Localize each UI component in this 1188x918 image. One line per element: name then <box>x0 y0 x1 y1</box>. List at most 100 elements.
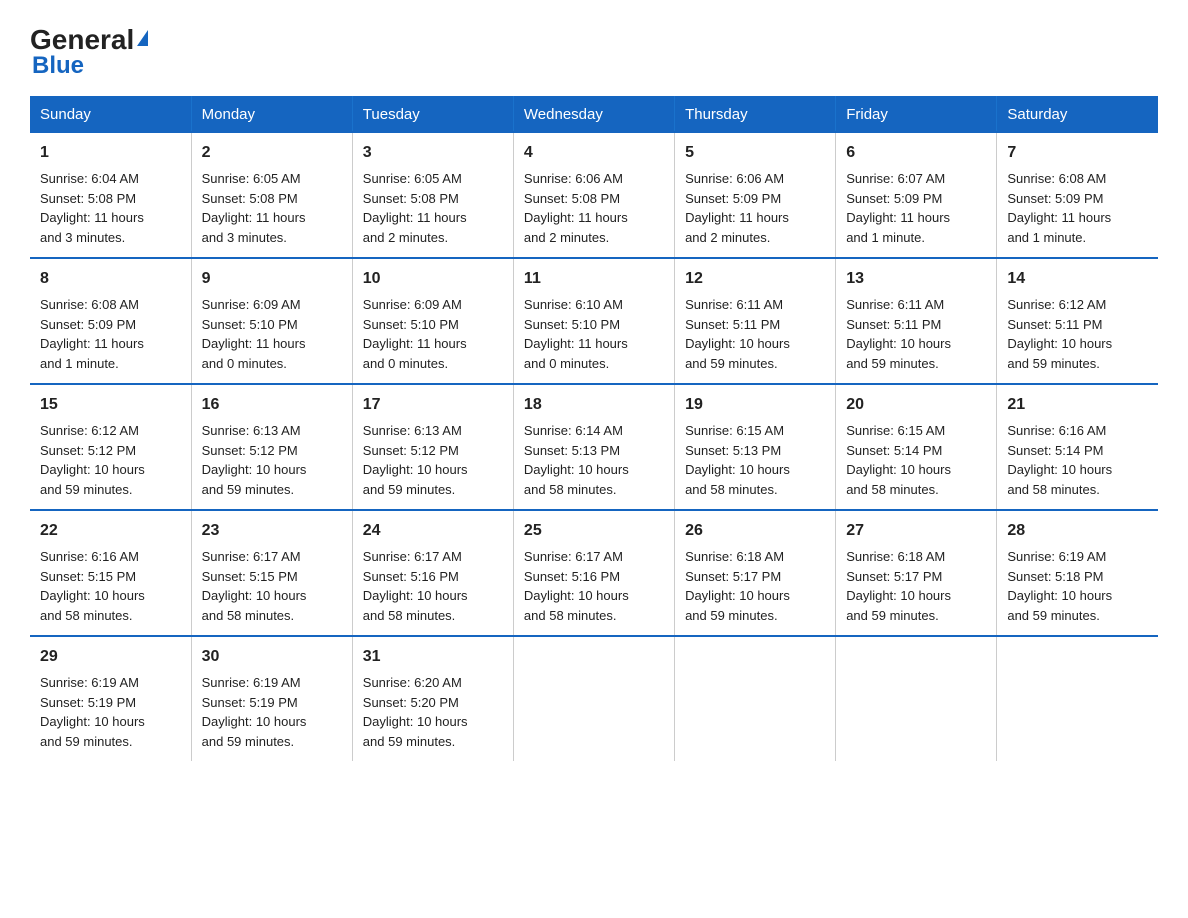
day-info: Sunrise: 6:08 AM Sunset: 5:09 PM Dayligh… <box>1007 169 1148 247</box>
day-info: Sunrise: 6:05 AM Sunset: 5:08 PM Dayligh… <box>202 169 342 247</box>
day-number: 3 <box>363 141 503 165</box>
week-row-1: 1 Sunrise: 6:04 AM Sunset: 5:08 PM Daylig… <box>30 132 1158 258</box>
day-info: Sunrise: 6:06 AM Sunset: 5:08 PM Dayligh… <box>524 169 664 247</box>
day-info: Sunrise: 6:10 AM Sunset: 5:10 PM Dayligh… <box>524 295 664 373</box>
week-row-3: 15 Sunrise: 6:12 AM Sunset: 5:12 PM Dayli… <box>30 384 1158 510</box>
day-cell: 5 Sunrise: 6:06 AM Sunset: 5:09 PM Daylig… <box>675 132 836 258</box>
day-info: Sunrise: 6:04 AM Sunset: 5:08 PM Dayligh… <box>40 169 181 247</box>
day-number: 27 <box>846 519 986 543</box>
day-number: 4 <box>524 141 664 165</box>
day-info: Sunrise: 6:20 AM Sunset: 5:20 PM Dayligh… <box>363 673 503 751</box>
day-info: Sunrise: 6:11 AM Sunset: 5:11 PM Dayligh… <box>685 295 825 373</box>
header-tuesday: Tuesday <box>352 96 513 132</box>
day-number: 22 <box>40 519 181 543</box>
day-number: 12 <box>685 267 825 291</box>
day-info: Sunrise: 6:06 AM Sunset: 5:09 PM Dayligh… <box>685 169 825 247</box>
calendar-table: SundayMondayTuesdayWednesdayThursdayFrid… <box>30 96 1158 761</box>
day-number: 15 <box>40 393 181 417</box>
day-number: 1 <box>40 141 181 165</box>
day-number: 5 <box>685 141 825 165</box>
day-cell <box>836 636 997 761</box>
day-cell: 31 Sunrise: 6:20 AM Sunset: 5:20 PM Dayli… <box>352 636 513 761</box>
header-wednesday: Wednesday <box>513 96 674 132</box>
day-cell <box>997 636 1158 761</box>
day-info: Sunrise: 6:08 AM Sunset: 5:09 PM Dayligh… <box>40 295 181 373</box>
day-number: 28 <box>1007 519 1148 543</box>
day-cell: 8 Sunrise: 6:08 AM Sunset: 5:09 PM Daylig… <box>30 258 191 384</box>
day-info: Sunrise: 6:19 AM Sunset: 5:18 PM Dayligh… <box>1007 547 1148 625</box>
day-number: 9 <box>202 267 342 291</box>
page-header: General Blue <box>30 24 1158 80</box>
day-cell: 9 Sunrise: 6:09 AM Sunset: 5:10 PM Daylig… <box>191 258 352 384</box>
day-cell: 1 Sunrise: 6:04 AM Sunset: 5:08 PM Daylig… <box>30 132 191 258</box>
day-info: Sunrise: 6:18 AM Sunset: 5:17 PM Dayligh… <box>846 547 986 625</box>
day-number: 8 <box>40 267 181 291</box>
day-cell: 30 Sunrise: 6:19 AM Sunset: 5:19 PM Dayli… <box>191 636 352 761</box>
day-cell: 12 Sunrise: 6:11 AM Sunset: 5:11 PM Dayli… <box>675 258 836 384</box>
day-number: 25 <box>524 519 664 543</box>
day-cell: 16Sunrise: 6:13 AM Sunset: 5:12 PM Dayli… <box>191 384 352 510</box>
day-cell: 26Sunrise: 6:18 AM Sunset: 5:17 PM Dayli… <box>675 510 836 636</box>
header-saturday: Saturday <box>997 96 1158 132</box>
day-cell: 2 Sunrise: 6:05 AM Sunset: 5:08 PM Daylig… <box>191 132 352 258</box>
day-cell <box>513 636 674 761</box>
day-info: Sunrise: 6:17 AM Sunset: 5:16 PM Dayligh… <box>524 547 664 625</box>
day-number: 13 <box>846 267 986 291</box>
day-cell: 14 Sunrise: 6:12 AM Sunset: 5:11 PM Dayli… <box>997 258 1158 384</box>
header-monday: Monday <box>191 96 352 132</box>
day-number: 26 <box>685 519 825 543</box>
day-info: Sunrise: 6:07 AM Sunset: 5:09 PM Dayligh… <box>846 169 986 247</box>
day-number: 17 <box>363 393 503 417</box>
header-thursday: Thursday <box>675 96 836 132</box>
logo-blue: Blue <box>32 52 84 80</box>
day-info: Sunrise: 6:09 AM Sunset: 5:10 PM Dayligh… <box>202 295 342 373</box>
week-row-4: 22Sunrise: 6:16 AM Sunset: 5:15 PM Dayli… <box>30 510 1158 636</box>
day-number: 11 <box>524 267 664 291</box>
day-cell: 28 Sunrise: 6:19 AM Sunset: 5:18 PM Dayli… <box>997 510 1158 636</box>
day-info: Sunrise: 6:16 AM Sunset: 5:14 PM Dayligh… <box>1007 421 1148 499</box>
day-cell <box>675 636 836 761</box>
day-cell: 27 Sunrise: 6:18 AM Sunset: 5:17 PM Dayli… <box>836 510 997 636</box>
day-number: 16 <box>202 393 342 417</box>
day-cell: 29Sunrise: 6:19 AM Sunset: 5:19 PM Dayli… <box>30 636 191 761</box>
day-info: Sunrise: 6:11 AM Sunset: 5:11 PM Dayligh… <box>846 295 986 373</box>
day-number: 14 <box>1007 267 1148 291</box>
day-info: Sunrise: 6:15 AM Sunset: 5:14 PM Dayligh… <box>846 421 986 499</box>
day-info: Sunrise: 6:17 AM Sunset: 5:15 PM Dayligh… <box>202 547 342 625</box>
day-cell: 13 Sunrise: 6:11 AM Sunset: 5:11 PM Dayli… <box>836 258 997 384</box>
day-cell: 17 Sunrise: 6:13 AM Sunset: 5:12 PM Dayli… <box>352 384 513 510</box>
day-cell: 18Sunrise: 6:14 AM Sunset: 5:13 PM Dayli… <box>513 384 674 510</box>
week-row-5: 29 Sunrise: 6:19 AM Sunset: 5:19 PM Dayli… <box>30 636 1158 761</box>
day-number: 20 <box>846 393 986 417</box>
calendar-header-row: SundayMondayTuesdayWednesdayThursdayFrid… <box>30 96 1158 132</box>
day-cell: 15 Sunrise: 6:12 AM Sunset: 5:12 PM Dayli… <box>30 384 191 510</box>
day-info: Sunrise: 6:12 AM Sunset: 5:11 PM Dayligh… <box>1007 295 1148 373</box>
day-cell: 25 Sunrise: 6:17 AM Sunset: 5:16 PM Dayli… <box>513 510 674 636</box>
day-number: 30 <box>202 645 342 669</box>
day-number: 7 <box>1007 141 1148 165</box>
day-cell: 19 Sunrise: 6:15 AM Sunset: 5:13 PM Dayli… <box>675 384 836 510</box>
day-number: 23 <box>202 519 342 543</box>
day-number: 24 <box>363 519 503 543</box>
day-cell: 24Sunrise: 6:17 AM Sunset: 5:16 PM Dayli… <box>352 510 513 636</box>
day-info: Sunrise: 6:13 AM Sunset: 5:12 PM Dayligh… <box>363 421 503 499</box>
logo-triangle-icon <box>137 30 148 46</box>
header-sunday: Sunday <box>30 96 191 132</box>
day-cell: 11 Sunrise: 6:10 AM Sunset: 5:10 PM Dayli… <box>513 258 674 384</box>
day-number: 2 <box>202 141 342 165</box>
day-info: Sunrise: 6:09 AM Sunset: 5:10 PM Dayligh… <box>363 295 503 373</box>
day-cell: 23 Sunrise: 6:17 AM Sunset: 5:15 PM Dayli… <box>191 510 352 636</box>
day-number: 29 <box>40 645 181 669</box>
day-number: 31 <box>363 645 503 669</box>
day-info: Sunrise: 6:15 AM Sunset: 5:13 PM Dayligh… <box>685 421 825 499</box>
day-cell: 6Sunrise: 6:07 AM Sunset: 5:09 PM Daylig… <box>836 132 997 258</box>
day-number: 19 <box>685 393 825 417</box>
day-number: 18 <box>524 393 664 417</box>
day-info: Sunrise: 6:05 AM Sunset: 5:08 PM Dayligh… <box>363 169 503 247</box>
day-cell: 22Sunrise: 6:16 AM Sunset: 5:15 PM Dayli… <box>30 510 191 636</box>
day-cell: 21Sunrise: 6:16 AM Sunset: 5:14 PM Dayli… <box>997 384 1158 510</box>
day-number: 10 <box>363 267 503 291</box>
day-cell: 10 Sunrise: 6:09 AM Sunset: 5:10 PM Dayli… <box>352 258 513 384</box>
day-info: Sunrise: 6:12 AM Sunset: 5:12 PM Dayligh… <box>40 421 181 499</box>
day-info: Sunrise: 6:19 AM Sunset: 5:19 PM Dayligh… <box>202 673 342 751</box>
